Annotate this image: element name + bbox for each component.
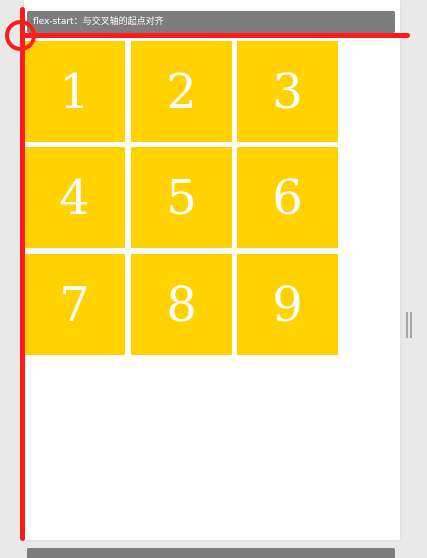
- axis-origin-marker: [5, 20, 36, 51]
- flex-item-9: 9: [237, 254, 338, 355]
- flex-item-4: 4: [24, 147, 125, 248]
- cross-axis-line: [21, 33, 410, 38]
- flex-item-3: 3: [237, 41, 338, 142]
- flex-container: 1 2 3 4 5 6 7 8 9: [24, 41, 344, 355]
- resize-handle[interactable]: [406, 312, 412, 338]
- flex-item-7: 7: [24, 254, 125, 355]
- flex-item-1: 1: [24, 41, 125, 142]
- flex-item-8: 8: [131, 254, 232, 355]
- flex-item-6: 6: [237, 147, 338, 248]
- flex-item-5: 5: [131, 147, 232, 248]
- flex-item-2: 2: [131, 41, 232, 142]
- main-axis-line: [20, 7, 25, 541]
- next-demo-header: [27, 548, 395, 558]
- demo-title: flex-start：与交叉轴的起点对齐: [27, 11, 395, 33]
